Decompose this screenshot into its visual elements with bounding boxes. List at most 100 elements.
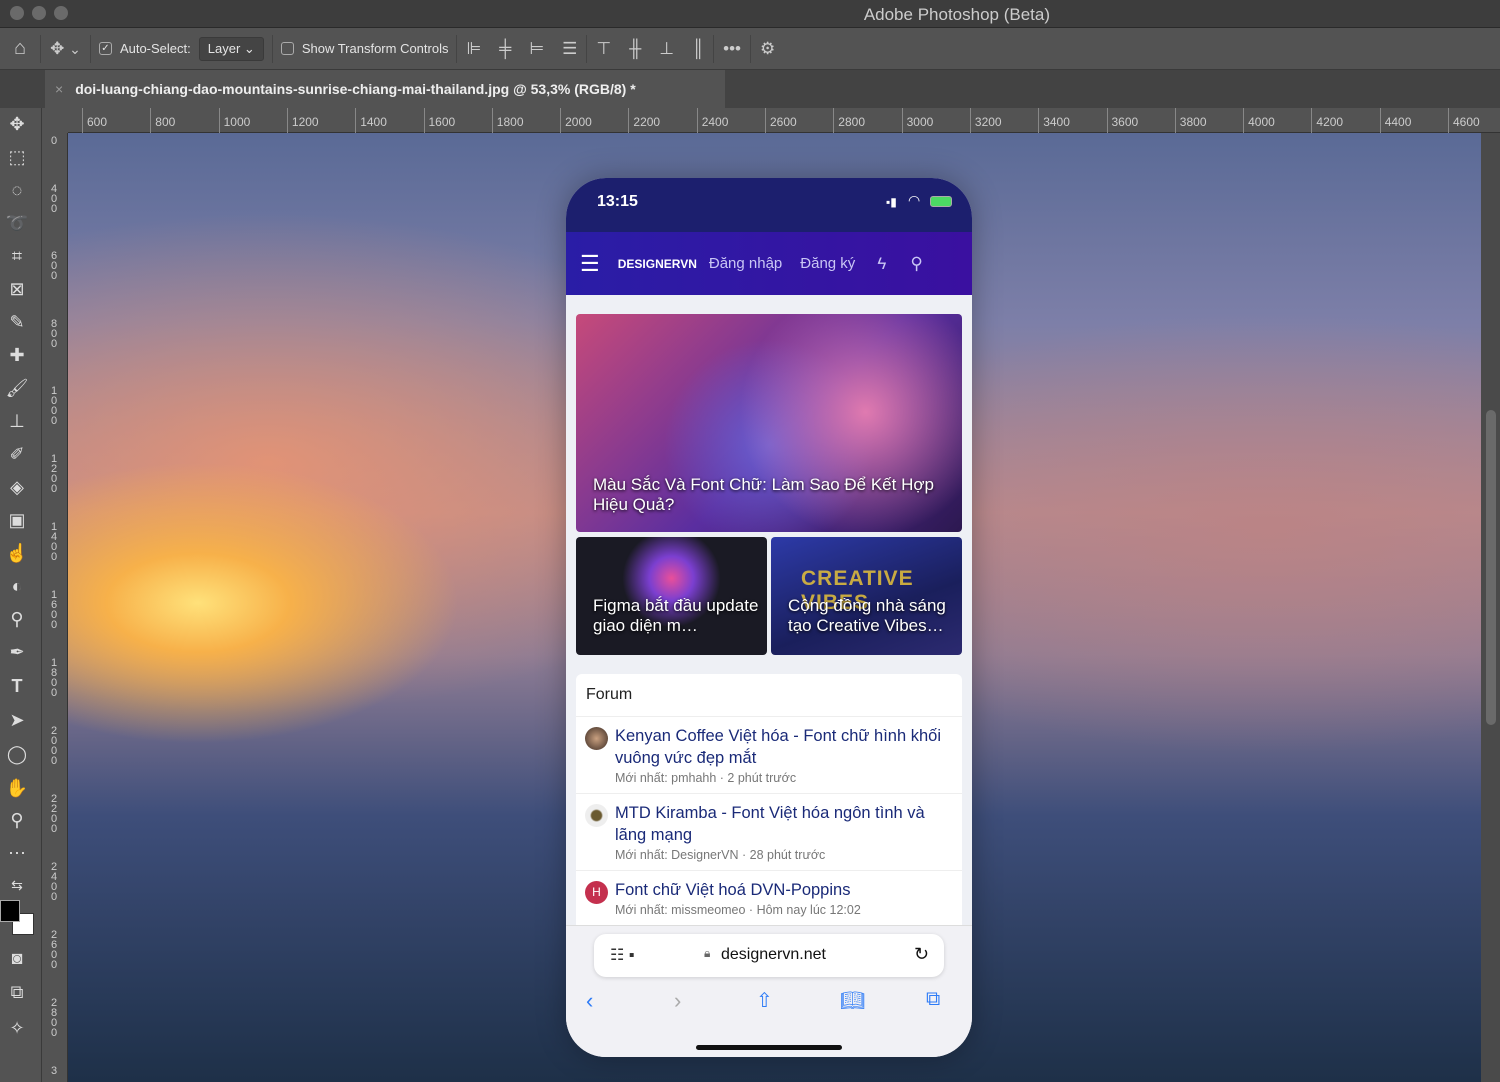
lasso-tool-icon[interactable]: ➰ — [5, 211, 29, 235]
forum-thread[interactable]: H Font chữ Việt hoá DVN-Poppins Mới nhất… — [576, 871, 962, 925]
ruler-tick: 2200 — [628, 108, 660, 133]
align-left-icon[interactable]: ⊫ — [457, 39, 490, 59]
generative-fill-icon[interactable]: ✧ — [5, 1016, 29, 1040]
foreground-color-swatch[interactable] — [0, 900, 20, 922]
more-button[interactable]: ••• — [714, 39, 750, 59]
tools-panel: ✥ ⬚ ◌ ➰ ⌗ ⊠ ✎ ✚ 🖌 ⊥ ✐ ◈ ▣ ☝ ◐ ⚲ ✒ T ➤ ◯ … — [0, 108, 42, 1082]
ruler-tick: 4200 — [1311, 108, 1343, 133]
thread-title[interactable]: Kenyan Coffee Việt hóa - Font chữ hình k… — [615, 725, 952, 769]
ruler-tick: 2400 — [51, 861, 58, 903]
battery-icon — [930, 196, 952, 207]
more-tools-icon[interactable]: ⋯ — [5, 841, 29, 865]
home-icon[interactable]: ⌂ — [0, 37, 40, 60]
lightning-icon[interactable]: ϟ — [877, 254, 886, 274]
home-indicator — [696, 1045, 842, 1050]
align-center-icon[interactable]: ╪ — [490, 39, 520, 59]
healing-brush-icon[interactable]: ✚ — [5, 343, 29, 367]
title-bar: Adobe Photoshop (Beta) — [0, 0, 1500, 28]
ruler-tick: 1400 — [355, 108, 387, 133]
burn-tool-icon[interactable]: ⚲ — [5, 607, 29, 631]
screen-mode-icon[interactable]: ⧉ — [5, 980, 29, 1004]
eyedropper-icon[interactable]: ✎ — [5, 310, 29, 334]
register-link[interactable]: Đăng ký — [800, 255, 855, 272]
marquee-tool-icon[interactable]: ⬚ — [5, 145, 29, 169]
hamburger-menu-icon[interactable]: ☰ — [580, 251, 600, 277]
ruler-tick: 3800 — [1174, 108, 1207, 133]
object-selection-icon[interactable]: ◌ — [5, 178, 29, 202]
align-middle-icon[interactable]: ╫ — [620, 39, 650, 59]
thread-title[interactable]: MTD Kiramba - Font Việt hóa ngôn tình và… — [615, 802, 952, 846]
site-nav: ☰ DESIGNERVN Đăng nhập Đăng ký ϟ ⚲ — [566, 232, 972, 295]
pen-tool-icon[interactable]: ✒ — [5, 640, 29, 664]
eraser-tool-icon[interactable]: ◈ — [5, 475, 29, 499]
ruler-tick: 2800 — [51, 997, 58, 1039]
ruler-tick: 1400 — [51, 521, 58, 563]
ellipse-tool-icon[interactable]: ◯ — [5, 742, 29, 766]
checkbox-unchecked-icon[interactable] — [280, 42, 294, 55]
ruler-tick: 3 — [51, 1065, 58, 1077]
article-card-creative-vibes[interactable]: CREATIVE VIBES Cộng đồng nhà sáng tạo Cr… — [771, 537, 962, 655]
frame-tool-icon[interactable]: ⊠ — [5, 277, 29, 301]
gear-icon[interactable]: ⚙ — [751, 39, 784, 59]
reader-icon[interactable]: ☷ ▪ — [610, 945, 634, 965]
ruler-tick: 4400 — [1379, 108, 1411, 133]
checkbox-checked-icon[interactable]: ✓ — [98, 42, 112, 55]
avatar — [585, 727, 608, 750]
site-logo[interactable]: DESIGNERVN — [618, 257, 697, 271]
scrollbar-thumb[interactable] — [1486, 410, 1496, 725]
share-icon[interactable]: ⇧ — [756, 988, 773, 1013]
ruler-tick: 400 — [51, 183, 58, 215]
close-tab-icon[interactable]: × — [55, 81, 63, 97]
brush-tool-icon[interactable]: 🖌 — [5, 376, 29, 400]
forum-heading: Forum — [576, 674, 962, 717]
login-link[interactable]: Đăng nhập — [709, 255, 782, 272]
gradient-tool-icon[interactable]: ▣ — [5, 508, 29, 532]
move-tool-icon[interactable]: ✥ — [5, 112, 29, 136]
wifi-icon: ◠ — [908, 192, 921, 208]
hero-article-card[interactable]: Màu Sắc Và Font Chữ: Làm Sao Để Kết Hợp … — [576, 314, 962, 532]
thread-title[interactable]: Font chữ Việt hoá DVN-Poppins — [615, 879, 952, 901]
ruler-tick: 800 — [150, 108, 175, 133]
align-right-icon[interactable]: ⊨ — [520, 39, 553, 59]
forum-thread[interactable]: Kenyan Coffee Việt hóa - Font chữ hình k… — [576, 717, 962, 794]
back-icon[interactable]: ‹ — [586, 988, 593, 1014]
path-selection-icon[interactable]: ➤ — [5, 708, 29, 732]
crop-tool-icon[interactable]: ⌗ — [5, 244, 29, 268]
phone-screenshot: 13:15 ▪▮ ◠ ☰ DESIGNERVN Đăng nhập Đăng k… — [566, 178, 972, 1057]
align-bottom-icon[interactable]: ⊥ — [650, 39, 683, 59]
auto-select-checkbox[interactable]: ✓ Auto-Select: Layer ⌄ — [91, 28, 272, 69]
show-transform-checkbox[interactable]: Show Transform Controls — [273, 28, 457, 69]
zoom-tool-icon[interactable]: ⚲ — [5, 808, 29, 832]
stamp-tool-icon[interactable]: ⊥ — [5, 409, 29, 433]
forward-icon[interactable]: › — [674, 988, 681, 1014]
article-card-figma[interactable]: Figma bắt đầu update giao diện m… — [576, 537, 767, 655]
avatar — [585, 804, 608, 827]
type-tool-icon[interactable]: T — [5, 674, 29, 698]
swap-colors-icon[interactable]: ⇆ — [5, 873, 29, 897]
address-bar[interactable]: ☷ ▪ 🔒︎ designervn.net ↻ — [594, 934, 944, 977]
document-tab[interactable]: × doi-luang-chiang-dao-mountains-sunrise… — [45, 70, 725, 108]
align-top-icon[interactable]: ⊤ — [587, 39, 620, 59]
reload-icon[interactable]: ↻ — [914, 944, 929, 965]
smudge-tool-icon[interactable]: ☝ — [5, 541, 29, 565]
lock-icon: 🔒︎ — [704, 946, 711, 960]
close-window-button[interactable] — [10, 6, 24, 20]
forum-thread[interactable]: MTD Kiramba - Font Việt hóa ngôn tình và… — [576, 794, 962, 871]
distribute-vertical-icon[interactable]: ║ — [683, 39, 713, 59]
ruler-tick: 3600 — [1106, 108, 1138, 133]
ruler-tick: 1000 — [218, 108, 250, 133]
ruler-tick: 1800 — [51, 657, 58, 699]
distribute-icon[interactable]: ☰ — [553, 39, 586, 59]
article-title: Cộng đồng nhà sáng tạo Creative Vibes… — [788, 596, 946, 635]
quick-mask-icon[interactable]: ◙ — [5, 946, 29, 970]
zoom-window-button[interactable] — [54, 6, 68, 20]
history-brush-icon[interactable]: ✐ — [5, 442, 29, 466]
move-tool-icon[interactable]: ✥ ⌄ — [41, 39, 90, 59]
search-icon[interactable]: ⚲ — [910, 254, 922, 274]
tabs-icon[interactable]: ⧉ — [926, 988, 940, 1011]
hand-tool-icon[interactable]: ✋ — [5, 776, 29, 800]
bookmarks-icon[interactable]: 📖︎ — [840, 988, 865, 1013]
minimize-window-button[interactable] — [32, 6, 46, 20]
dodge-tool-icon[interactable]: ◐ — [5, 574, 29, 598]
layer-select[interactable]: Layer ⌄ — [198, 36, 264, 61]
